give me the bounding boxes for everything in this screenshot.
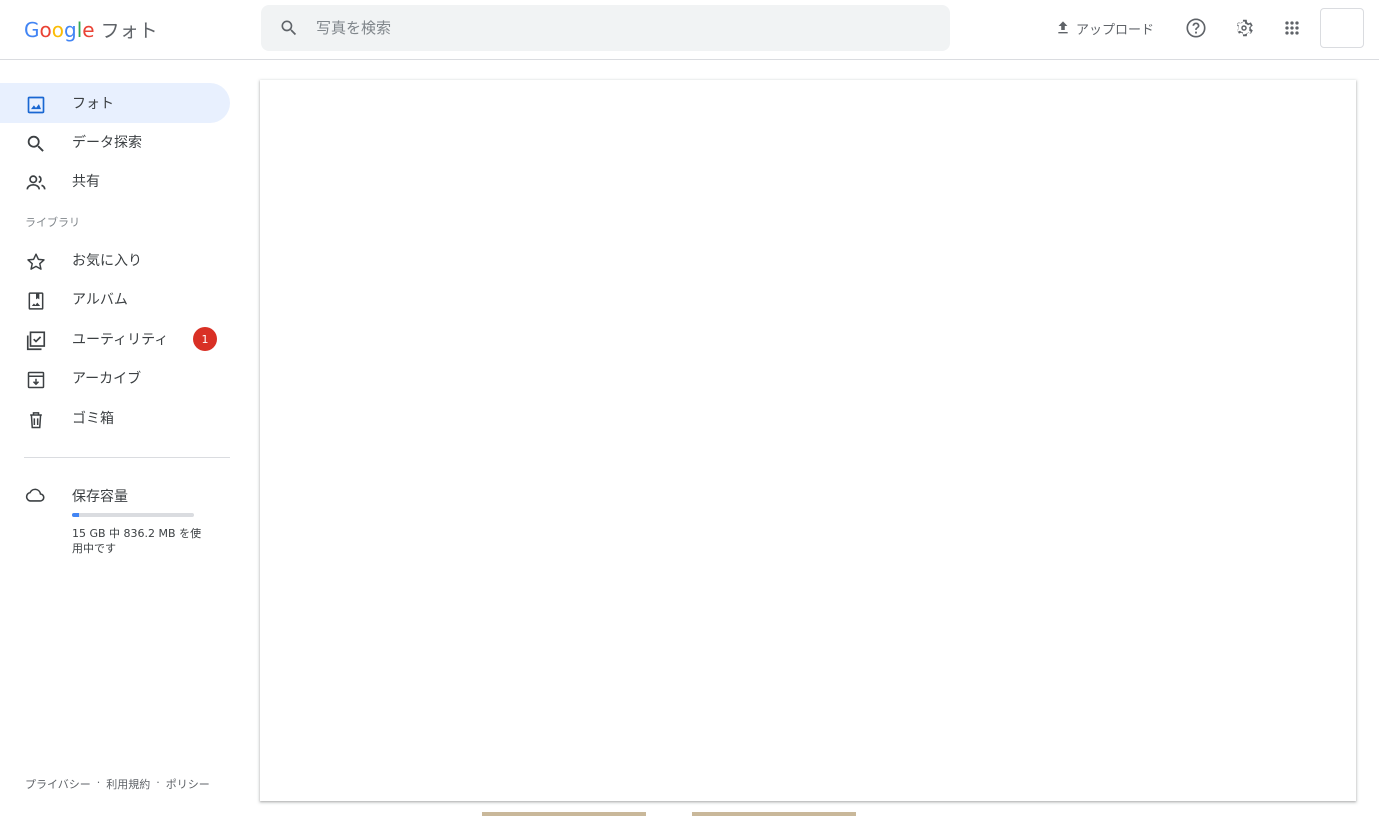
sidebar-item-explore[interactable]: データ探索 bbox=[0, 122, 230, 162]
sidebar-item-label: ゴミ箱 bbox=[72, 411, 114, 427]
sidebar-item-favorites[interactable]: お気に入り bbox=[0, 240, 230, 280]
account-avatar[interactable] bbox=[1320, 8, 1364, 48]
sidebar-item-label: 共有 bbox=[72, 174, 100, 190]
photo-icon bbox=[24, 93, 48, 117]
sidebar-item-label: アルバム bbox=[72, 292, 128, 308]
sidebar-item-archive[interactable]: アーカイブ bbox=[0, 358, 230, 398]
storage-title: 保存容量 bbox=[72, 489, 128, 505]
photo-thumbnail[interactable] bbox=[482, 812, 646, 816]
album-icon bbox=[24, 289, 48, 313]
footer-separator: · bbox=[156, 776, 160, 789]
terms-link[interactable]: 利用規約 bbox=[106, 776, 150, 792]
sidebar-footer: プライバシー · 利用規約 · ポリシー bbox=[25, 776, 210, 792]
sidebar-divider bbox=[24, 457, 230, 458]
main-content-panel bbox=[260, 80, 1356, 801]
sidebar-item-utilities[interactable]: ユーティリティ 1 bbox=[0, 319, 230, 359]
storage-detail: 15 GB 中 836.2 MB を使用中です bbox=[72, 527, 202, 555]
apps-button[interactable] bbox=[1268, 7, 1316, 49]
google-photos-logo[interactable]: Google フォト bbox=[24, 16, 158, 43]
people-icon bbox=[24, 171, 48, 195]
sidebar-item-label: ユーティリティ bbox=[72, 332, 169, 348]
apps-grid-icon bbox=[1285, 21, 1299, 35]
utilities-icon bbox=[24, 329, 48, 353]
sidebar-item-label: お気に入り bbox=[72, 253, 142, 269]
archive-icon bbox=[24, 368, 48, 392]
settings-button[interactable] bbox=[1220, 7, 1268, 49]
help-icon bbox=[1186, 18, 1206, 38]
star-icon bbox=[24, 250, 48, 274]
sidebar-item-label: フォト bbox=[72, 96, 114, 112]
privacy-link[interactable]: プライバシー bbox=[25, 776, 91, 792]
notification-badge: 1 bbox=[193, 327, 217, 351]
sidebar-item-trash[interactable]: ゴミ箱 bbox=[0, 398, 230, 438]
footer-separator: · bbox=[96, 776, 101, 789]
photo-thumbnail[interactable] bbox=[692, 812, 856, 816]
upload-label: アップロード bbox=[1075, 22, 1154, 38]
sidebar-item-label: データ探索 bbox=[72, 135, 142, 151]
cloud-icon bbox=[24, 484, 46, 510]
sidebar-item-albums[interactable]: アルバム bbox=[0, 279, 230, 319]
gear-icon bbox=[1237, 19, 1253, 37]
sidebar-item-label: アーカイブ bbox=[72, 371, 142, 387]
search-bar[interactable] bbox=[261, 5, 950, 51]
help-button[interactable] bbox=[1172, 7, 1220, 49]
search-icon bbox=[24, 132, 48, 156]
storage-progress-fill bbox=[72, 513, 79, 517]
upload-icon bbox=[1058, 21, 1068, 34]
search-input[interactable] bbox=[316, 19, 896, 37]
policy-link[interactable]: ポリシー bbox=[166, 776, 210, 792]
search-icon[interactable] bbox=[279, 18, 299, 38]
sidebar-item-sharing[interactable]: 共有 bbox=[0, 161, 230, 201]
product-name: フォト bbox=[100, 20, 158, 42]
sidebar: フォト データ探索 共有 ライブラリ お気に入り アルバム ユーティリティ 1 bbox=[0, 60, 245, 816]
library-section-label: ライブラリ bbox=[25, 216, 80, 229]
trash-icon bbox=[24, 408, 48, 432]
app-header: Google フォト アップロード bbox=[0, 0, 1379, 60]
storage-progress-bar bbox=[72, 513, 194, 517]
upload-button[interactable]: アップロード bbox=[1055, 19, 1154, 38]
sidebar-item-photos[interactable]: フォト bbox=[0, 83, 230, 123]
photo-thumbnails-strip bbox=[482, 812, 856, 816]
